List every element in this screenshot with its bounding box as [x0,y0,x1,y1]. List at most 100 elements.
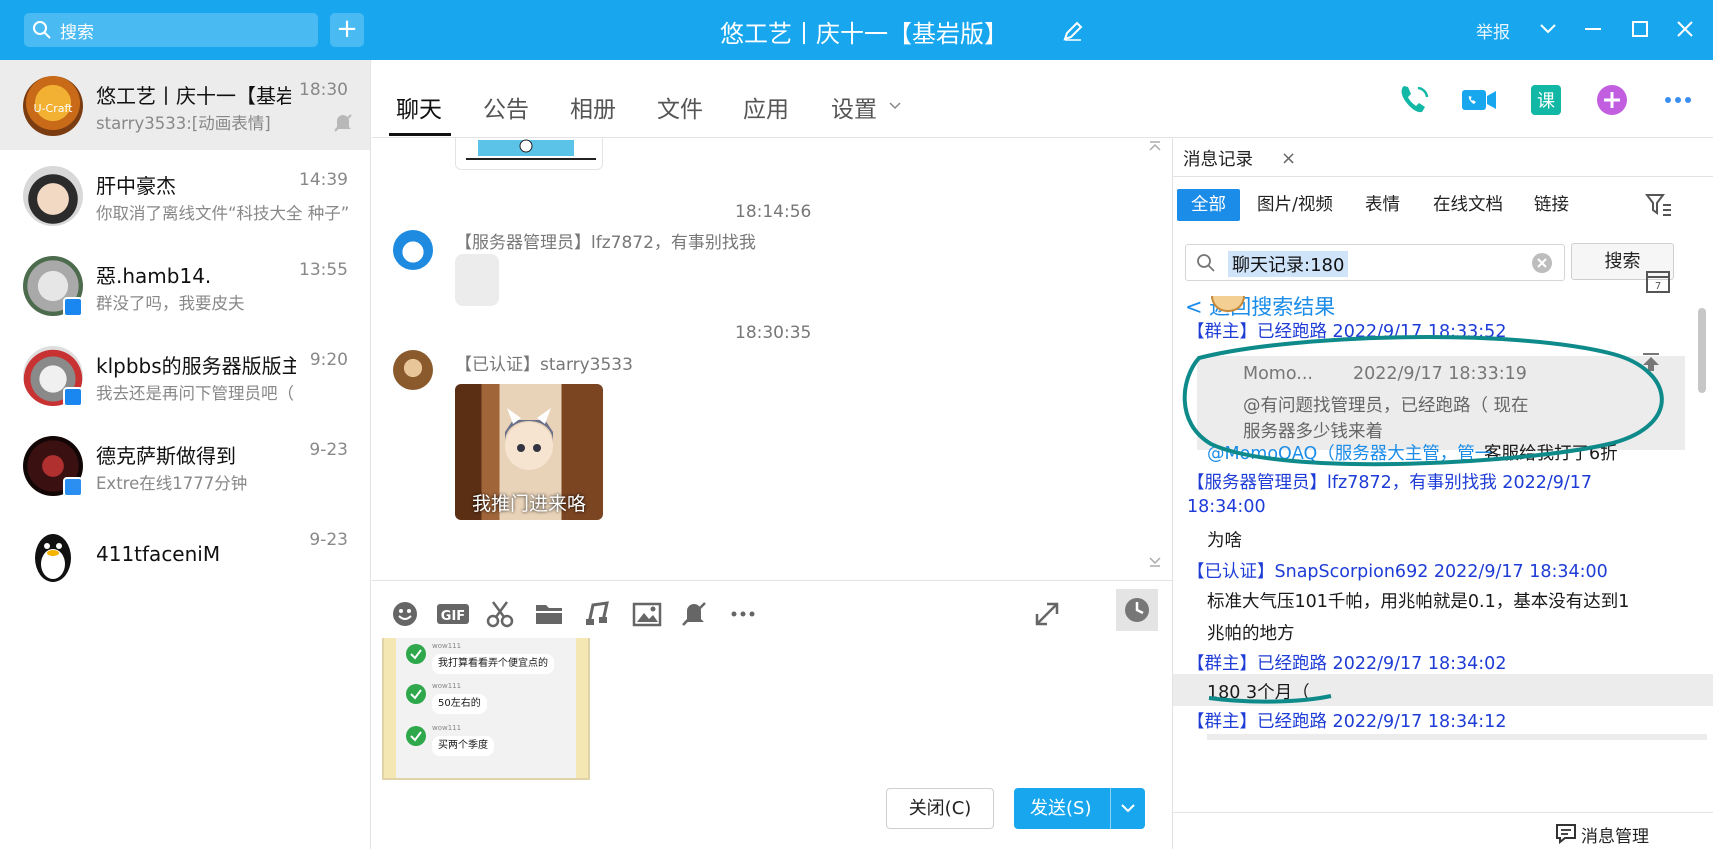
quote-time: 2022/9/17 18:33:19 [1353,364,1527,384]
expand-input-icon[interactable] [1032,599,1062,629]
lesson-icon[interactable]: 课 [1526,80,1566,120]
emoji-icon[interactable] [390,599,420,629]
close-button[interactable]: 关闭(C) [886,788,994,829]
search-icon [33,21,51,39]
avatar [393,230,433,270]
conversation-item[interactable]: 德克萨斯做得到 9-23 Extre在线1777分钟 [0,420,370,510]
conversation-time: 14:39 [299,170,348,190]
list-item [1207,734,1707,740]
history-button[interactable] [1116,589,1158,631]
sender-tag: wow111 [432,682,462,690]
device-badge-icon [63,297,83,317]
conversation-item[interactable]: 411tfaceniM 9-23 [0,510,370,600]
video-call-icon[interactable] [1459,80,1499,120]
message-area: 18:14:56 【服务器管理员】lfz7872，有事别找我 18:30:35 … [372,138,1172,578]
history-header: 【群主】已经跑路 2022/9/17 18:34:02 [1187,654,1507,674]
collapse-icon[interactable] [1148,140,1162,152]
conversation-name: 肝中豪杰 [96,174,176,198]
conversation-preview: 你取消了离线文件“科技大全 种子” [96,204,350,223]
history-search-input[interactable]: 聊天记录:180 [1185,244,1565,281]
tab-chat[interactable]: 聊天 [396,90,442,124]
history-text: 客服给我打了6折 [1484,444,1618,464]
check-icon [406,684,426,704]
conversation-item[interactable]: 惡.hamb14. 13:55 群没了吗，我要皮夫 [0,240,370,330]
scissors-icon[interactable] [485,599,515,629]
scrollbar[interactable] [1698,308,1706,393]
filter-stickers[interactable]: 表情 [1365,189,1400,221]
conversation-name: klpbbs的服务器版版主 [96,354,296,378]
conversation-name: 411tfaceniM [96,542,221,566]
sender-tag: wow111 [432,642,462,650]
report-button[interactable]: 举报 [1476,18,1510,43]
image-icon[interactable] [632,599,662,629]
back-to-results-link[interactable]: < 返回搜索结果 [1185,291,1335,321]
penguin-icon [35,534,71,582]
conversation-name: 德克萨斯做得到 [96,444,236,468]
avatar: U-Craft [23,76,83,136]
mute-notify-icon[interactable] [679,599,709,629]
sender-tag: wow111 [432,724,462,732]
conversation-list: U-Craft 悠工艺丨庆十一【基岩版】 18:30 starry3533:[动… [0,60,371,849]
tab-announcement[interactable]: 公告 [483,90,529,124]
message-manage-icon [1556,824,1576,844]
phone-icon[interactable] [1394,80,1434,120]
check-icon [406,726,426,746]
send-options-button[interactable] [1110,788,1145,829]
conversation-item[interactable]: klpbbs的服务器版版主 9:20 我去还是再问下管理员吧（ [0,330,370,420]
divider [1173,812,1713,813]
jump-to-icon[interactable] [1639,350,1663,374]
message-history-panel: 消息记录 × 全部 图片/视频 表情 在线文档 链接 聊天记录:180 搜索 <… [1172,138,1713,849]
filter-media[interactable]: 图片/视频 [1257,189,1333,221]
search-input[interactable]: 搜索 [24,13,318,47]
edit-icon[interactable] [1062,20,1084,42]
expand-icon[interactable] [1148,556,1162,568]
history-tab[interactable]: 消息记录 [1183,146,1253,171]
svg-text:GIF: GIF [441,609,465,624]
conversation-preview: 群没了吗，我要皮夫 [96,294,245,313]
close-icon[interactable] [1670,14,1700,44]
check-icon [406,644,426,664]
tab-settings[interactable]: 设置 [831,90,877,124]
conversation-time: 9:20 [309,350,348,370]
more-icon[interactable] [1658,80,1698,120]
tab-album[interactable]: 相册 [570,90,616,124]
chevron-down-icon[interactable] [1533,14,1563,44]
more-tools-icon[interactable] [728,599,758,629]
conversation-item[interactable]: 肝中豪杰 14:39 你取消了离线文件“科技大全 种子” [0,150,370,240]
chevron-down-icon[interactable] [887,98,903,114]
close-history-icon[interactable]: × [1281,148,1296,169]
conversation-time: 9-23 [309,440,348,460]
divider [1173,176,1713,177]
preview-line: 买两个季度 [432,736,494,756]
tab-apps[interactable]: 应用 [743,90,789,124]
chevron-down-icon [1121,804,1135,813]
conversation-item[interactable]: U-Craft 悠工艺丨庆十一【基岩版】 18:30 starry3533:[动… [0,60,370,150]
star-badge-icon [63,477,83,497]
clear-icon[interactable] [1531,252,1553,274]
filter-icon[interactable] [1645,192,1673,218]
message-sender: 【服务器管理员】lfz7872，有事别找我 [455,233,756,253]
filter-all[interactable]: 全部 [1177,189,1240,221]
add-button[interactable]: + [330,13,364,47]
mention-link[interactable]: @MomoQAQ（服务器大主管，管一... [1207,440,1509,465]
sticker-image[interactable]: 我推门进来咯 [455,384,603,520]
search-value: 聊天记录:180 [1228,251,1349,277]
gif-icon[interactable]: GIF [436,599,470,629]
clock-icon [1125,598,1149,622]
search-placeholder: 搜索 [60,22,94,43]
message-manage-button[interactable]: 消息管理 [1581,822,1649,847]
add-app-icon[interactable] [1592,80,1632,120]
calendar-icon[interactable]: 7 [1645,268,1671,294]
device-badge-icon [63,387,83,407]
tab-files[interactable]: 文件 [657,90,703,124]
filter-documents[interactable]: 在线文档 [1433,189,1503,221]
avatar [23,166,83,226]
history-header: 【服务器管理员】lfz7872，有事别找我 2022/9/17 [1187,473,1593,493]
minimize-icon[interactable] [1578,14,1608,44]
filter-links[interactable]: 链接 [1534,189,1569,221]
qq-window: 搜索 + 悠工艺丨庆十一【基岩版】 举报 U-Craft 悠工艺丨庆十一【基岩版… [0,0,1713,849]
history-text: 兆帕的地方 [1207,624,1295,644]
maximize-icon[interactable] [1625,14,1655,44]
music-icon[interactable] [583,599,613,629]
folder-icon[interactable] [534,599,564,629]
